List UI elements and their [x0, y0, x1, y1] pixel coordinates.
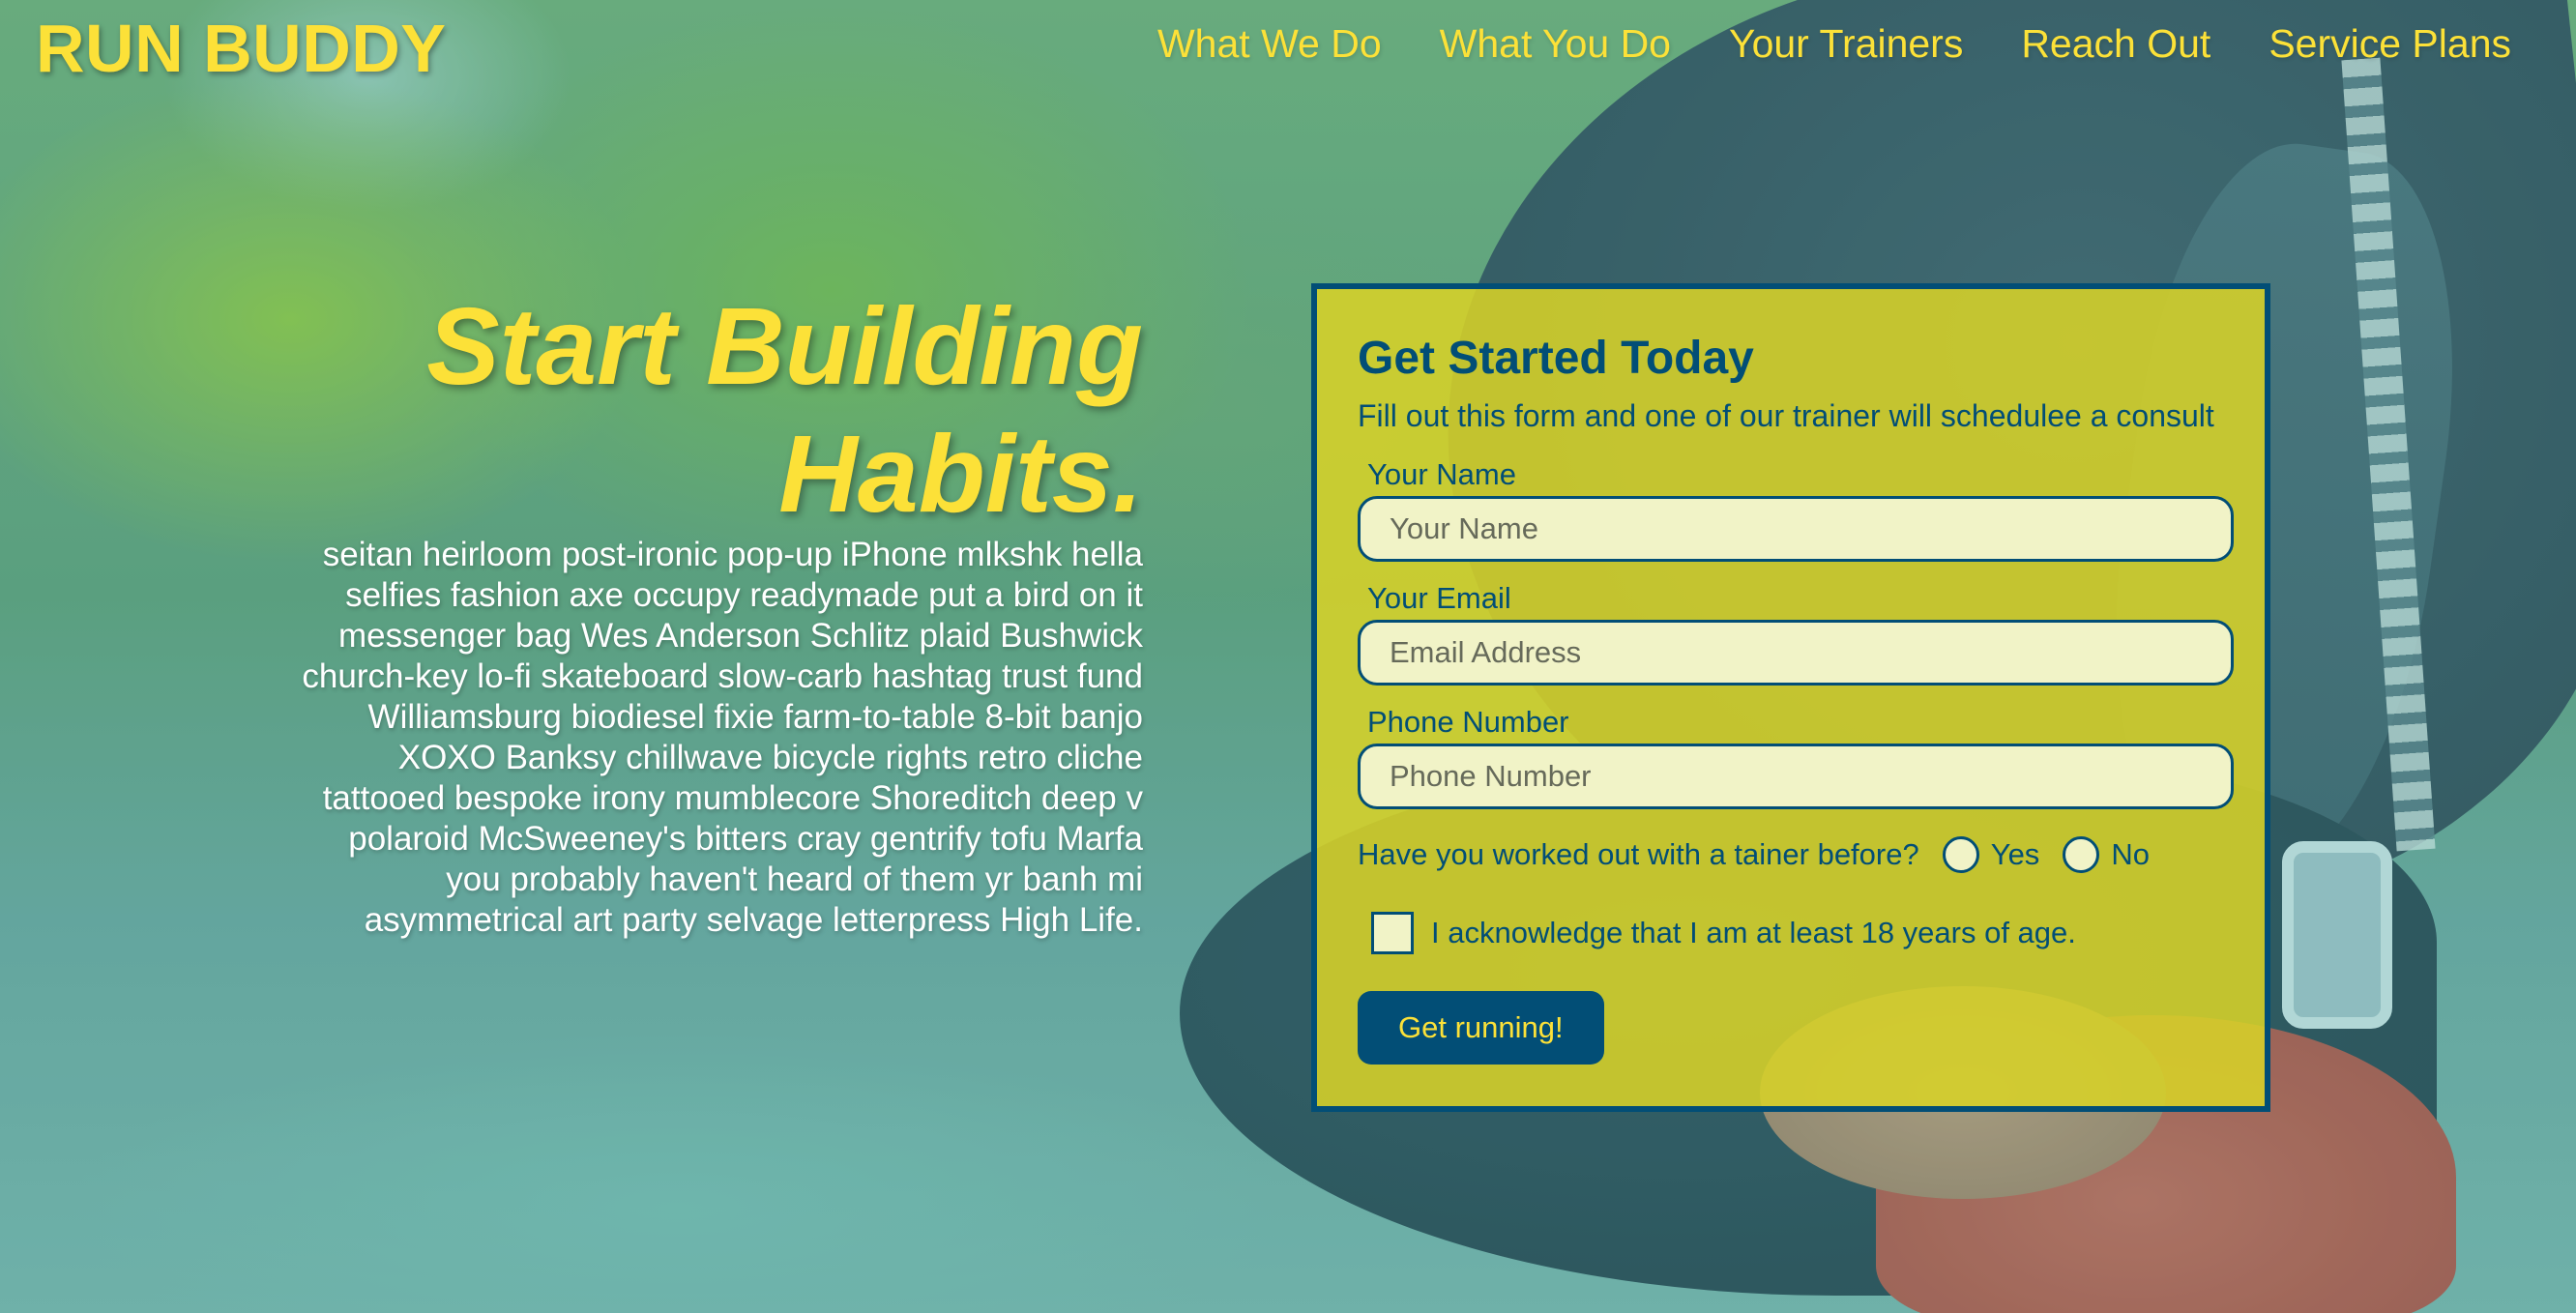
main-nav: What We Do What You Do Your Trainers Rea… [1099, 21, 2511, 67]
hero-title: Start Building Habits. [426, 285, 1143, 535]
email-input[interactable] [1358, 620, 2234, 686]
phone-input[interactable] [1358, 744, 2234, 809]
brand-logo[interactable]: RUN BUDDY [36, 10, 447, 87]
signup-form: Get Started Today Fill out this form and… [1311, 283, 2270, 1112]
radio-yes[interactable] [1942, 836, 1979, 873]
site-header: RUN BUDDY What We Do What You Do Your Tr… [0, 0, 2576, 97]
phone-label: Phone Number [1367, 705, 1569, 739]
email-label: Your Email [1367, 581, 1511, 615]
nav-link-service-plans[interactable]: Service Plans [2269, 21, 2511, 67]
age-ack-checkbox[interactable] [1371, 912, 1414, 954]
nav-link-reach-out[interactable]: Reach Out [2021, 21, 2210, 67]
nav-link-what-we-do[interactable]: What We Do [1157, 21, 1382, 67]
name-input[interactable] [1358, 496, 2234, 562]
radio-no[interactable] [2063, 836, 2100, 873]
trainer-question-label: Have you worked out with a tainer before… [1358, 837, 1919, 871]
hero-body-text: seitan heirloom post-ironic pop-up iPhon… [302, 536, 1143, 939]
radio-no-label[interactable]: No [2111, 837, 2150, 872]
age-ack-row: I acknowledge that I am at least 18 year… [1371, 912, 2224, 954]
name-label: Your Name [1367, 457, 1516, 491]
form-title: Get Started Today [1358, 333, 1754, 384]
nav-link-your-trainers[interactable]: Your Trainers [1729, 21, 1963, 67]
trainer-question-row: Have you worked out with a tainer before… [1358, 836, 2224, 873]
form-subtitle: Fill out this form and one of our traine… [1358, 398, 2214, 433]
nav-link-what-you-do[interactable]: What You Do [1440, 21, 1671, 67]
submit-button[interactable]: Get running! [1358, 991, 1604, 1065]
age-ack-label[interactable]: I acknowledge that I am at least 18 year… [1431, 916, 2076, 950]
radio-yes-label[interactable]: Yes [1991, 837, 2040, 872]
